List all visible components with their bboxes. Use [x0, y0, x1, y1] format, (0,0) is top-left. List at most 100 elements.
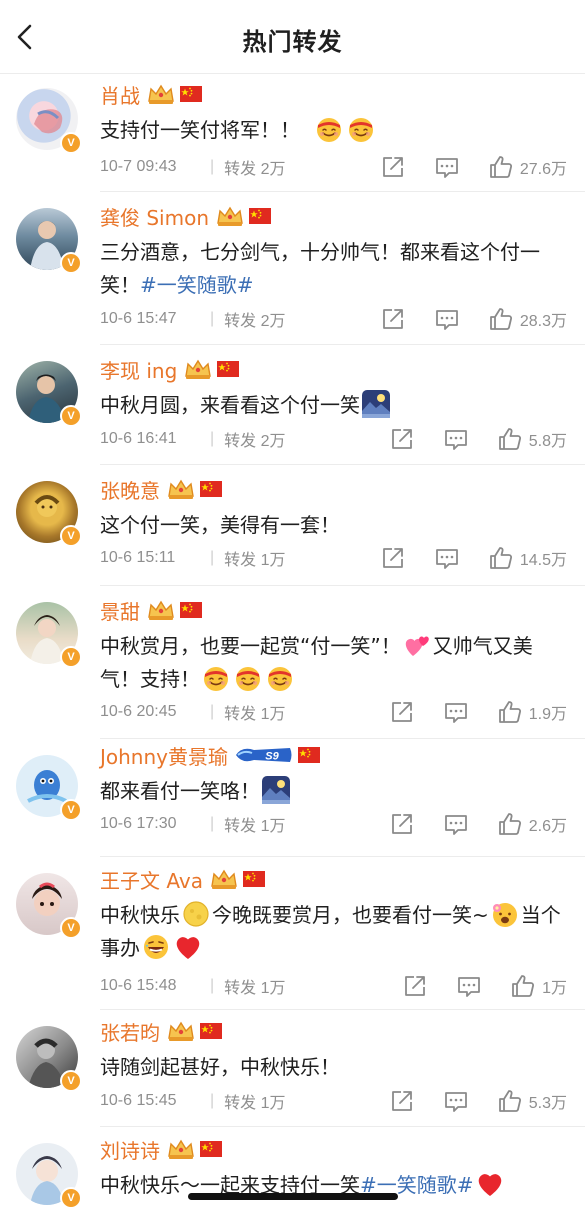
- list-item[interactable]: V 李现 ing 中秋月圆，来看看这个付一笑 10-6 16:41 | 转发 2万 …: [0, 345, 585, 465]
- post-time: 10-6 20:45: [100, 703, 177, 720]
- avatar[interactable]: V: [16, 755, 82, 821]
- avatar[interactable]: V: [16, 88, 82, 154]
- share-icon[interactable]: [389, 426, 415, 452]
- list-item[interactable]: V 张若昀 诗随剑起甚好，中秋快乐！ 10-6 15:45 | 转发 1万 5.3万: [0, 1010, 585, 1127]
- vip-s9-badge: S9: [236, 748, 292, 763]
- user-name[interactable]: 王子文 Ava: [100, 865, 203, 894]
- like-count: 1.9万: [528, 706, 567, 723]
- crown-icon: [166, 478, 196, 500]
- svg-text:S9: S9: [265, 751, 279, 763]
- avatar[interactable]: V: [16, 481, 82, 547]
- china-flag-icon: [180, 602, 202, 618]
- comment-icon[interactable]: [443, 699, 469, 725]
- share-icon[interactable]: [389, 699, 415, 725]
- list-item[interactable]: V 龚俊 Simon 三分酒意，七分剑气，十分帅气！都来看这个付一笑！#一笑随歌…: [0, 192, 585, 345]
- like-count: 14.5万: [519, 552, 567, 569]
- list-item[interactable]: V Johnny黄景瑜 S9 都来看付一笑咯！ 10-6 17:30 | 转发 1万…: [0, 739, 585, 857]
- user-name[interactable]: 龚俊 Simon: [100, 202, 209, 231]
- list-item[interactable]: V 王子文 Ava 中秋快乐 今晚既要赏月，也要看付一笑~ 当个事办 10-6 15…: [0, 857, 585, 1010]
- top-bar: 热门转发: [0, 0, 585, 74]
- moon-viewing-emoji: [261, 775, 291, 805]
- verified-badge-icon: V: [60, 525, 82, 547]
- home-indicator: [188, 1193, 398, 1200]
- post-time: 10-6 15:45: [100, 1092, 177, 1109]
- like-button[interactable]: 1万: [510, 973, 567, 999]
- like-count: 27.6万: [519, 161, 567, 178]
- like-button[interactable]: 14.5万: [488, 545, 567, 571]
- verified-badge-icon: V: [60, 799, 82, 821]
- thumbs-up-icon: [488, 545, 514, 571]
- share-icon[interactable]: [380, 545, 406, 571]
- user-name[interactable]: 张晚意: [100, 475, 160, 504]
- avatar[interactable]: V: [16, 602, 82, 668]
- comment-icon[interactable]: [434, 545, 460, 571]
- like-button[interactable]: 1.9万: [497, 699, 567, 725]
- forward-count: 转发 1万: [224, 980, 286, 997]
- like-button[interactable]: 5.8万: [497, 426, 567, 452]
- verified-badge-icon: V: [60, 252, 82, 274]
- hearts-emoji: [402, 630, 432, 660]
- like-button[interactable]: 27.6万: [488, 154, 567, 180]
- share-icon[interactable]: [380, 306, 406, 332]
- post-meta: 10-6 20:45 | 转发 1万 1.9万: [100, 698, 567, 726]
- like-button[interactable]: 5.3万: [497, 1088, 567, 1114]
- comment-icon[interactable]: [434, 306, 460, 332]
- avatar[interactable]: V: [16, 361, 82, 427]
- post-time: 10-6 15:47: [100, 310, 177, 327]
- china-flag-icon: [200, 481, 222, 497]
- post-text: 中秋月圆，来看看这个付一笑: [100, 389, 567, 422]
- crown-icon: [209, 868, 239, 890]
- comment-icon[interactable]: [443, 426, 469, 452]
- china-flag-icon: [200, 1023, 222, 1039]
- thumbs-up-icon: [497, 1088, 523, 1114]
- list-item[interactable]: V 景甜 中秋赏月，也要一起赏“付一笑”！ 又帅气又美气！支持！ 10-6 20:…: [0, 586, 585, 739]
- list-item[interactable]: V 肖战 支持付一笑付将军！！ 10-7 09:43 | 转发 2万 27.6万: [0, 74, 585, 192]
- share-icon[interactable]: [389, 1088, 415, 1114]
- moon-viewing-emoji: [361, 389, 391, 419]
- comment-icon[interactable]: [443, 811, 469, 837]
- comment-icon[interactable]: [434, 154, 460, 180]
- avatar[interactable]: V: [16, 1026, 82, 1092]
- page-title: 热门转发: [242, 28, 343, 56]
- avatar[interactable]: V: [16, 1143, 82, 1209]
- user-name[interactable]: 张若昀: [100, 1017, 160, 1046]
- share-icon[interactable]: [402, 973, 428, 999]
- verified-badge-icon: V: [60, 917, 82, 939]
- share-icon[interactable]: [380, 154, 406, 180]
- post-text: 支持付一笑付将军！！: [100, 114, 567, 147]
- comment-icon[interactable]: [443, 1088, 469, 1114]
- china-flag-icon: [298, 747, 320, 763]
- user-name[interactable]: 景甜: [100, 596, 140, 625]
- laughing-emoji: [141, 932, 171, 962]
- share-icon[interactable]: [389, 811, 415, 837]
- forward-count: 转发 1万: [224, 818, 286, 835]
- user-name[interactable]: 肖战: [100, 80, 140, 109]
- china-flag-icon: [180, 86, 202, 102]
- smile-headband-emoji: [346, 114, 376, 144]
- like-count: 5.3万: [528, 1095, 567, 1112]
- china-flag-icon: [243, 871, 265, 887]
- user-name[interactable]: 李现 ing: [100, 355, 177, 384]
- comment-icon[interactable]: [456, 973, 482, 999]
- post-text: 都来看付一笑咯！: [100, 775, 567, 808]
- verified-badge-icon: V: [60, 1187, 82, 1209]
- forward-count: 转发 1万: [224, 1095, 286, 1112]
- red-heart-emoji: [475, 1169, 505, 1199]
- avatar[interactable]: V: [16, 208, 82, 274]
- post-meta: 10-6 15:48 | 转发 1万 1万: [100, 972, 567, 1000]
- topic-hashtag-link[interactable]: #一笑随歌#: [140, 273, 254, 297]
- user-name[interactable]: 刘诗诗: [100, 1135, 160, 1164]
- thumbs-up-icon: [510, 973, 536, 999]
- post-text: 三分酒意，七分剑气，十分帅气！都来看这个付一笑！#一笑随歌#: [100, 240, 540, 297]
- user-name[interactable]: Johnny黄景瑜: [100, 741, 228, 770]
- like-count: 5.8万: [528, 433, 567, 450]
- crown-icon: [215, 205, 245, 227]
- like-button[interactable]: 28.3万: [488, 306, 567, 332]
- list-item[interactable]: V 张晚意 这个付一笑，美得有一套！ 10-6 15:11 | 转发 1万 14.5…: [0, 465, 585, 586]
- crown-icon: [183, 358, 213, 380]
- post-meta: 10-6 15:45 | 转发 1万 5.3万: [100, 1087, 567, 1115]
- crown-icon: [146, 599, 176, 621]
- avatar[interactable]: V: [16, 873, 82, 939]
- post-time: 10-6 15:11: [100, 549, 176, 566]
- like-button[interactable]: 2.6万: [497, 811, 567, 837]
